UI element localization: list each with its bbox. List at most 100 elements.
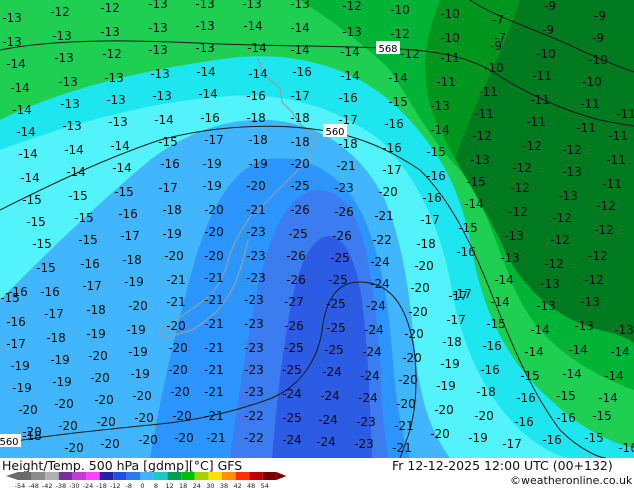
temperature-label: -16 — [556, 411, 576, 425]
temperature-label: -21 — [204, 409, 224, 423]
temperature-label: -15 — [26, 215, 46, 229]
colorbar-tick-label: -8 — [126, 482, 132, 490]
temperature-label: -14 — [494, 273, 514, 287]
temperature-label: -26 — [284, 319, 304, 333]
height-label-560-b: 560 — [0, 434, 21, 448]
temperature-label: -20 — [204, 225, 224, 239]
temperature-label: -20 — [166, 319, 186, 333]
temperature-label: -12 — [552, 211, 572, 225]
temperature-label: -16 — [384, 117, 404, 131]
temperature-label: -13 — [148, 21, 168, 35]
temperature-label: -21 — [166, 273, 186, 287]
temperature-label: -11 — [478, 85, 498, 99]
credit-label: ©weatheronline.co.uk — [510, 474, 633, 487]
temperature-label: -19 — [52, 375, 72, 389]
temperature-label: -22 — [244, 409, 264, 423]
temperature-label: -17 — [6, 337, 26, 351]
temperature-label: -13 — [500, 251, 520, 265]
temperature-label: -20 — [168, 341, 188, 355]
colorbar-tick-label: 54 — [261, 482, 269, 490]
temperature-label: -15 — [466, 175, 486, 189]
temperature-label: -19 — [124, 275, 144, 289]
colorbar-tick-labels: -54 -48 -42 -38 -30 -24 -18 -12 -8 0 8 12 18 24 30 38 42… — [15, 482, 269, 490]
temperature-label: -13 — [58, 75, 78, 89]
temperature-label: -14 — [18, 147, 38, 161]
temperature-label: -16 — [514, 415, 534, 429]
temperature-label: -12 — [508, 205, 528, 219]
temperature-label: -12 — [100, 1, 120, 15]
temperature-label: -23 — [356, 415, 376, 429]
temperature-label: -14 — [66, 165, 86, 179]
temperature-label: -19 — [130, 367, 150, 381]
temperature-label: -16 — [382, 141, 402, 155]
temperature-label: -25 — [326, 297, 346, 311]
temperature-label: -24 — [364, 323, 384, 337]
temperature-label: -13 — [60, 97, 80, 111]
temperature-label: -18 — [122, 253, 142, 267]
temperature-label: -23 — [244, 385, 264, 399]
temperature-label: -23 — [246, 249, 266, 263]
temperature-label: -16 — [480, 363, 500, 377]
temperature-label: -14 — [604, 369, 624, 383]
temperature-label: -20 — [18, 403, 38, 417]
temperature-label: -16 — [338, 91, 358, 105]
temperature-label: -13 — [540, 277, 560, 291]
temperature-label: -12 — [400, 47, 420, 61]
temperature-label: -11 — [474, 107, 494, 121]
temperature-label: -11 — [526, 115, 546, 129]
temperature-label: -11 — [436, 75, 456, 89]
temperature-label: -15 — [584, 431, 604, 445]
temperature-label: -16 — [160, 157, 180, 171]
temperature-label: -12 — [588, 249, 608, 263]
temperature-label: -20 — [414, 259, 434, 273]
temperature-label: -18 — [290, 111, 310, 125]
temperature-label: -12 — [594, 223, 614, 237]
temperature-label: -14 — [198, 87, 218, 101]
temperature-label: -20 — [58, 419, 78, 433]
temperature-label: -19 — [440, 357, 460, 371]
temperature-label: -24 — [370, 277, 390, 291]
colorbar-swatch — [45, 472, 59, 480]
temperature-label: -18 — [86, 303, 106, 317]
temperature-label: -11 — [606, 153, 626, 167]
temperature-label: -12 — [472, 129, 492, 143]
temperature-label: -14 — [340, 45, 360, 59]
temperature-label: -14 — [6, 57, 26, 71]
temperature-label: -24 — [316, 435, 336, 449]
colorbar-tick-label: 48 — [247, 482, 255, 490]
temperature-label: -15 — [74, 211, 94, 225]
temperature-label: -14 — [530, 323, 550, 337]
temperature-label: -13 — [195, 41, 215, 55]
temperature-label: -12 — [522, 139, 542, 153]
colorbar-tick-label: 42 — [233, 482, 241, 490]
colorbar-arrow-low — [6, 472, 18, 480]
temperature-label: -14 — [112, 161, 132, 175]
temperature-label: -13 — [504, 229, 524, 243]
temperature-label: -10 — [440, 7, 460, 21]
temperature-label: -12 — [550, 233, 570, 247]
temperature-label: -10 — [484, 61, 504, 75]
temperature-label: -15 — [158, 135, 178, 149]
temperature-label: -14 — [16, 125, 36, 139]
temperature-label: -18 — [22, 429, 42, 443]
temperature-label: -25 — [328, 273, 348, 287]
temperature-label: -21 — [374, 209, 394, 223]
temperature-label: -19 — [248, 157, 268, 171]
temperature-label: -17 — [290, 89, 310, 103]
colorbar-swatch — [18, 472, 32, 480]
temperature-label: -20 — [164, 249, 184, 263]
temperature-label: -17 — [446, 313, 466, 327]
temperature-label: -20 — [132, 389, 152, 403]
temperature-label: -19 — [468, 431, 488, 445]
temperature-label: -11 — [530, 93, 550, 107]
temperature-label: -10 — [390, 3, 410, 17]
temperature-label: -13 — [2, 35, 22, 49]
temperature-label: -20 — [138, 433, 158, 447]
weather-map-figure: 568 560 560 -13 -12 -12 -13 -13 -13 -13 -12 -10-… — [0, 0, 634, 490]
temperature-label: -17 — [502, 437, 522, 451]
temperature-label: -20 — [430, 427, 450, 441]
temperature-label: -14 — [524, 345, 544, 359]
temperature-label: -25 — [282, 363, 302, 377]
colorbar-swatch — [194, 472, 209, 480]
temperature-label: -20 — [64, 441, 84, 455]
